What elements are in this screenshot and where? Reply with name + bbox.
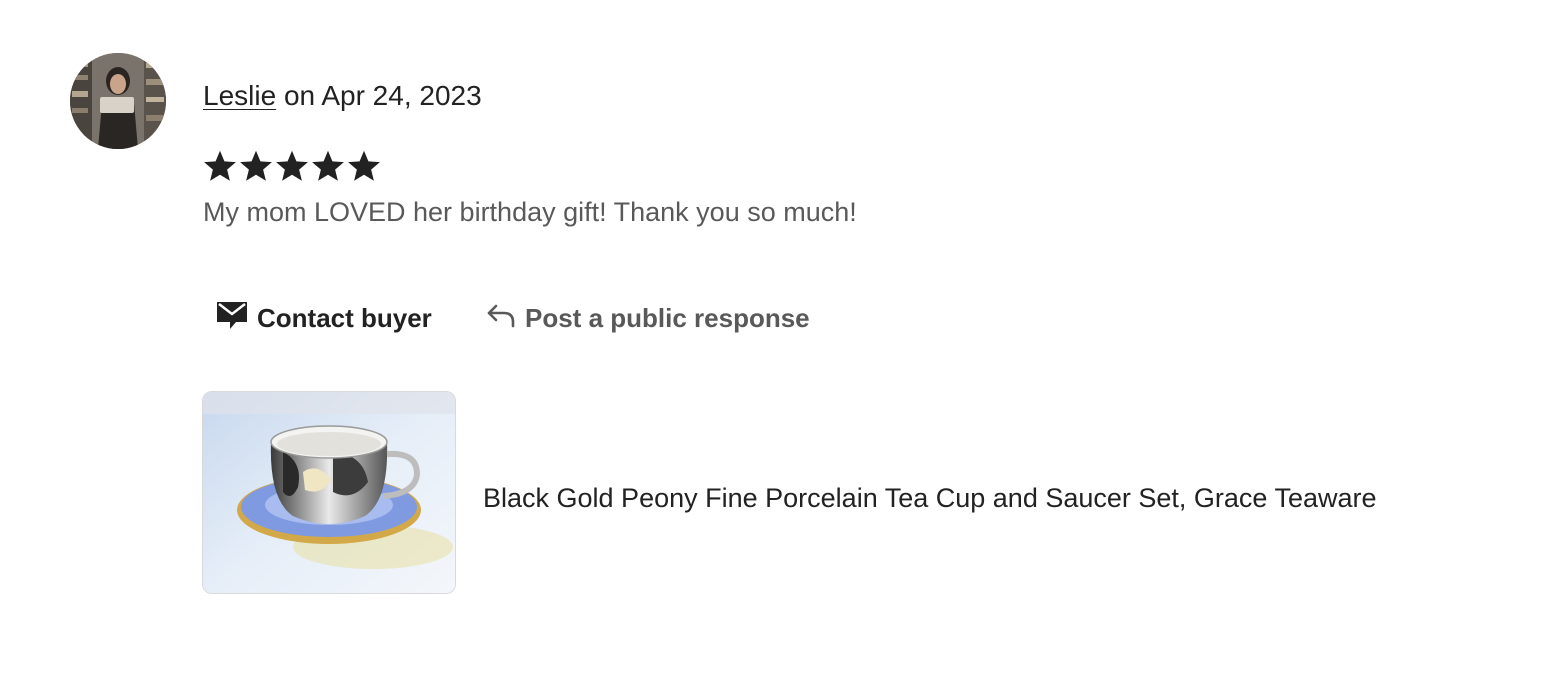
post-public-response-button[interactable]: Post a public response bbox=[486, 298, 810, 338]
reviewer-name-link[interactable]: Leslie bbox=[203, 80, 276, 111]
envelope-icon bbox=[216, 300, 248, 337]
star-rating bbox=[202, 147, 382, 185]
post-public-response-label: Post a public response bbox=[525, 302, 810, 333]
review-text: My mom LOVED her birthday gift! Thank yo… bbox=[203, 197, 857, 227]
contact-buyer-button[interactable]: Contact buyer bbox=[216, 298, 432, 338]
listing-title-link[interactable]: Black Gold Peony Fine Porcelain Tea Cup … bbox=[483, 479, 1377, 517]
review-byline: Leslie on Apr 24, 2023 bbox=[203, 78, 482, 114]
star-icon bbox=[348, 150, 380, 181]
reply-arrow-icon bbox=[486, 302, 516, 335]
reviewer-avatar[interactable] bbox=[70, 53, 166, 149]
star-icon bbox=[312, 150, 344, 181]
contact-buyer-label: Contact buyer bbox=[257, 302, 432, 333]
star-icon bbox=[240, 150, 272, 181]
star-icon bbox=[204, 150, 236, 181]
listing-thumbnail[interactable] bbox=[202, 391, 456, 594]
review-date: on Apr 24, 2023 bbox=[276, 80, 482, 111]
star-icon bbox=[276, 150, 308, 181]
